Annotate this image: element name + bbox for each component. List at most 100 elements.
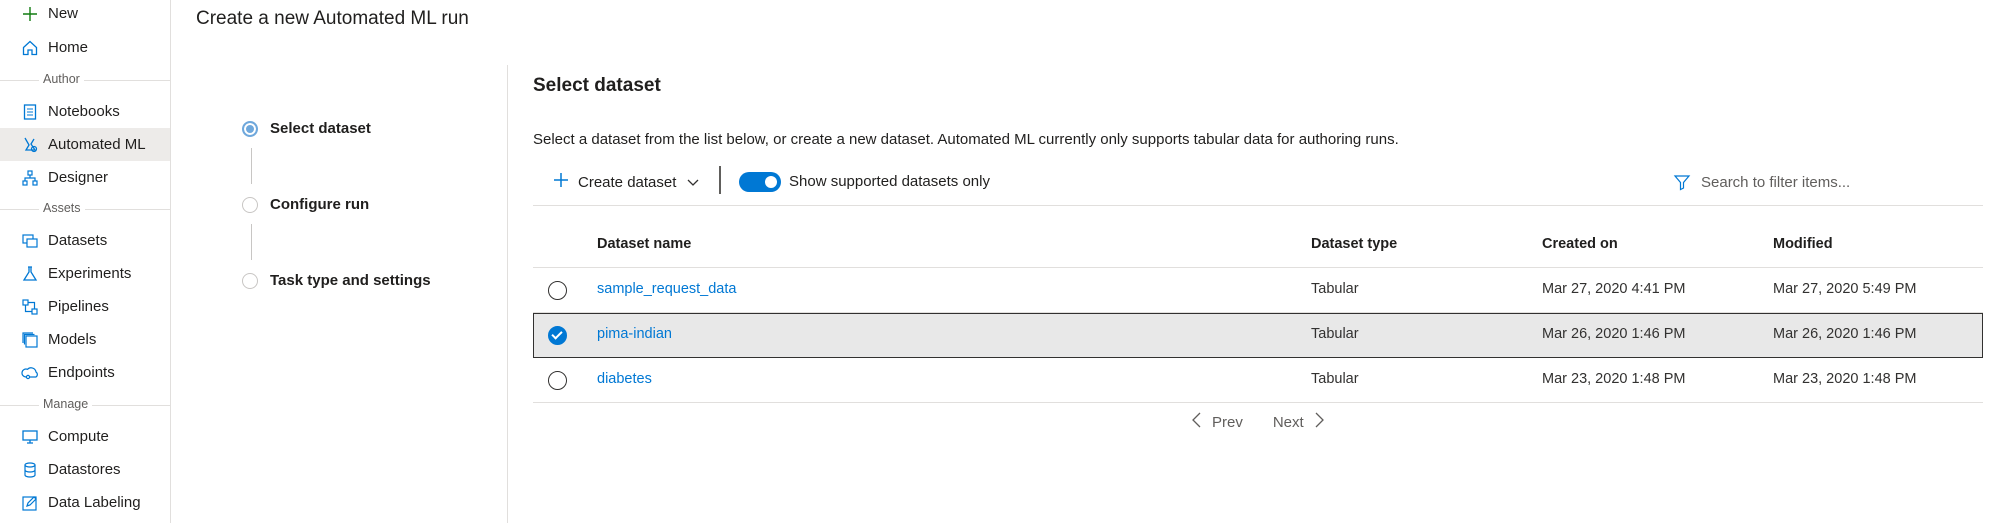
models-icon [21, 331, 39, 349]
created-on: Mar 27, 2020 4:41 PM [1542, 281, 1686, 297]
endpoints-icon [21, 364, 39, 382]
row-radio-checked[interactable] [548, 326, 567, 345]
nav-section-manage: Manage [0, 397, 170, 413]
table-row[interactable]: sample_request_data Tabular Mar 27, 2020… [533, 268, 1983, 313]
column-header-type[interactable]: Dataset type [1311, 236, 1397, 252]
search-filter[interactable]: Search to filter items... [1673, 168, 1973, 196]
created-on: Mar 26, 2020 1:46 PM [1542, 326, 1686, 342]
database-icon [21, 461, 39, 479]
monitor-icon [21, 428, 39, 446]
chevron-left-icon [1190, 412, 1204, 432]
plus-icon [552, 170, 570, 194]
nav-compute-label: Compute [48, 428, 109, 445]
table-row-selected[interactable]: pima-indian Tabular Mar 26, 2020 1:46 PM… [533, 313, 1983, 358]
step-indicator [242, 272, 258, 289]
toolbar-separator [719, 166, 721, 194]
dataset-name-link[interactable]: diabetes [597, 371, 652, 387]
panel-divider [507, 65, 508, 523]
dataset-table: Dataset name Dataset type Created on Mod… [533, 222, 1983, 403]
nav-automated-ml[interactable]: Automated ML [0, 128, 170, 161]
wizard-step-label: Select dataset [270, 120, 371, 137]
nav-new[interactable]: New [0, 0, 170, 30]
chevron-down-icon [686, 174, 700, 191]
nav-automated-ml-label: Automated ML [48, 136, 146, 153]
next-button[interactable]: Next [1273, 412, 1326, 432]
nav-experiments-label: Experiments [48, 265, 132, 282]
automl-icon [21, 136, 39, 154]
wizard-step-configure-run[interactable]: Configure run [242, 196, 369, 213]
nav-section-manage-label: Manage [39, 397, 93, 411]
nav-notebooks-label: Notebooks [48, 103, 120, 120]
nav-data-labeling[interactable]: Data Labeling [0, 486, 170, 519]
nav-endpoints[interactable]: Endpoints [0, 356, 170, 389]
create-dataset-label: Create dataset [578, 173, 677, 191]
dataset-toolbar: Create dataset Show supported datasets o… [533, 166, 1983, 206]
nav-compute[interactable]: Compute [0, 420, 170, 453]
toggle-knob [765, 176, 777, 188]
nav-notebooks[interactable]: Notebooks [0, 95, 170, 128]
search-input[interactable]: Search to filter items... [1701, 174, 1850, 191]
create-dataset-button[interactable]: Create dataset [552, 166, 700, 198]
modified-on: Mar 23, 2020 1:48 PM [1773, 371, 1917, 387]
wizard-step-label: Task type and settings [270, 272, 431, 289]
nav-pipelines-label: Pipelines [48, 298, 109, 315]
prev-button[interactable]: Prev [1190, 412, 1243, 432]
section-title: Select dataset [533, 75, 661, 96]
supported-datasets-toggle[interactable] [739, 172, 781, 192]
toggle-label: Show supported datasets only [789, 173, 990, 190]
wizard-connector [251, 148, 252, 184]
dataset-name-link[interactable]: sample_request_data [597, 281, 736, 297]
dataset-type: Tabular [1311, 281, 1359, 297]
plus-icon [21, 5, 39, 23]
dataset-type: Tabular [1311, 326, 1359, 342]
pipelines-icon [21, 298, 39, 316]
dataset-name-link[interactable]: pima-indian [597, 326, 672, 342]
dataset-type: Tabular [1311, 371, 1359, 387]
column-header-modified[interactable]: Modified [1773, 236, 1833, 252]
wizard-step-label: Configure run [270, 196, 370, 213]
nav-designer-label: Designer [48, 169, 109, 186]
page-title: Create a new Automated ML run [196, 8, 469, 29]
step-indicator [242, 196, 258, 213]
nav-endpoints-label: Endpoints [48, 364, 115, 381]
nav-designer[interactable]: Designer [0, 161, 170, 194]
table-header: Dataset name Dataset type Created on Mod… [533, 222, 1983, 268]
nav-datasets-label: Datasets [48, 232, 108, 249]
modified-on: Mar 26, 2020 1:46 PM [1773, 326, 1917, 342]
left-nav: New Home Author Notebooks Automated ML D… [0, 0, 171, 523]
nav-datasets[interactable]: Datasets [0, 224, 170, 257]
row-radio[interactable] [548, 371, 567, 390]
nav-models[interactable]: Models [0, 323, 170, 356]
modified-on: Mar 27, 2020 5:49 PM [1773, 281, 1917, 297]
column-header-created[interactable]: Created on [1542, 236, 1618, 252]
nav-data-labeling-label: Data Labeling [48, 494, 141, 511]
datasets-icon [21, 232, 39, 250]
wizard-step-select-dataset[interactable]: Select dataset [242, 120, 371, 137]
notebook-icon [21, 103, 39, 121]
nav-datastores-label: Datastores [48, 461, 121, 478]
nav-section-author-label: Author [39, 72, 84, 86]
row-radio[interactable] [548, 281, 567, 300]
nav-home-label: Home [48, 39, 89, 56]
nav-section-assets-label: Assets [39, 201, 85, 215]
table-row[interactable]: diabetes Tabular Mar 23, 2020 1:48 PM Ma… [533, 358, 1983, 403]
pagination: Prev Next [1190, 412, 1326, 432]
filter-icon [1673, 173, 1691, 191]
nav-pipelines[interactable]: Pipelines [0, 290, 170, 323]
nav-home[interactable]: Home [0, 31, 170, 64]
nav-experiments[interactable]: Experiments [0, 257, 170, 290]
nav-datastores[interactable]: Datastores [0, 453, 170, 486]
next-label: Next [1272, 413, 1304, 431]
step-active-indicator [242, 120, 258, 137]
nav-models-label: Models [48, 331, 97, 348]
nav-section-author: Author [0, 72, 170, 88]
column-header-name[interactable]: Dataset name [597, 236, 691, 252]
chevron-right-icon [1312, 412, 1326, 432]
wizard-connector [251, 224, 252, 260]
designer-icon [21, 169, 39, 187]
flask-icon [21, 265, 39, 283]
wizard-step-task-type[interactable]: Task type and settings [242, 272, 431, 289]
edit-icon [21, 494, 39, 512]
prev-label: Prev [1212, 413, 1243, 431]
nav-new-label: New [48, 5, 79, 22]
